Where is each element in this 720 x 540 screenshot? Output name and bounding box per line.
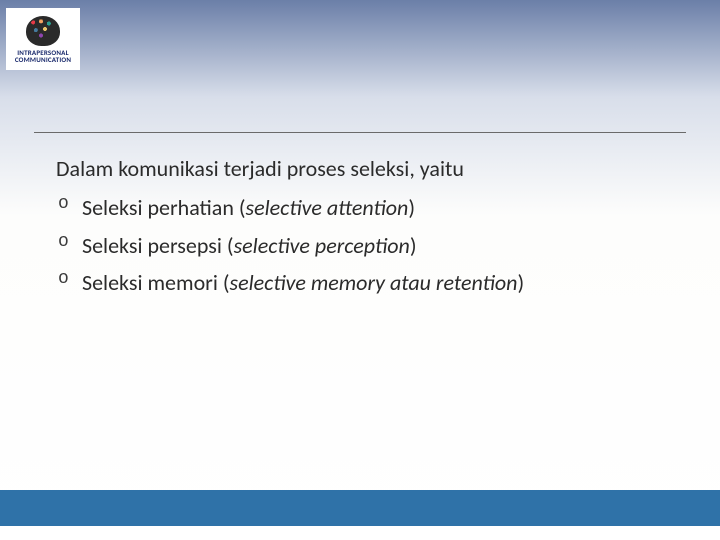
slide-content: Dalam komunikasi terjadi proses seleksi,…: [56, 150, 680, 302]
list-item: Seleksi persepsi (selective perception): [58, 227, 680, 264]
item-after: ): [410, 232, 417, 259]
bullet-list: Seleksi perhatian (selective attention) …: [56, 189, 680, 301]
horizontal-divider: [34, 132, 686, 133]
logo-line2: COMMUNICATION: [15, 55, 71, 64]
list-item: Seleksi memori (selective memory atau re…: [58, 264, 680, 301]
item-italic: selective memory atau retention: [230, 269, 518, 296]
item-text: Seleksi persepsi (: [82, 232, 234, 259]
footer-bar: [0, 490, 720, 526]
logo-caption: INTRAPERSONAL COMMUNICATION: [15, 49, 71, 63]
list-item: Seleksi perhatian (selective attention): [58, 189, 680, 226]
intro-text: Dalam komunikasi terjadi proses seleksi,…: [56, 150, 680, 187]
brain-head-icon: [26, 16, 60, 46]
item-italic: selective attention: [246, 194, 409, 221]
item-after: ): [408, 194, 415, 221]
item-after: ): [517, 269, 524, 296]
item-text: Seleksi perhatian (: [82, 194, 246, 221]
logo: INTRAPERSONAL COMMUNICATION: [6, 8, 80, 70]
item-text: Seleksi memori (: [82, 269, 230, 296]
item-italic: selective perception: [234, 232, 410, 259]
